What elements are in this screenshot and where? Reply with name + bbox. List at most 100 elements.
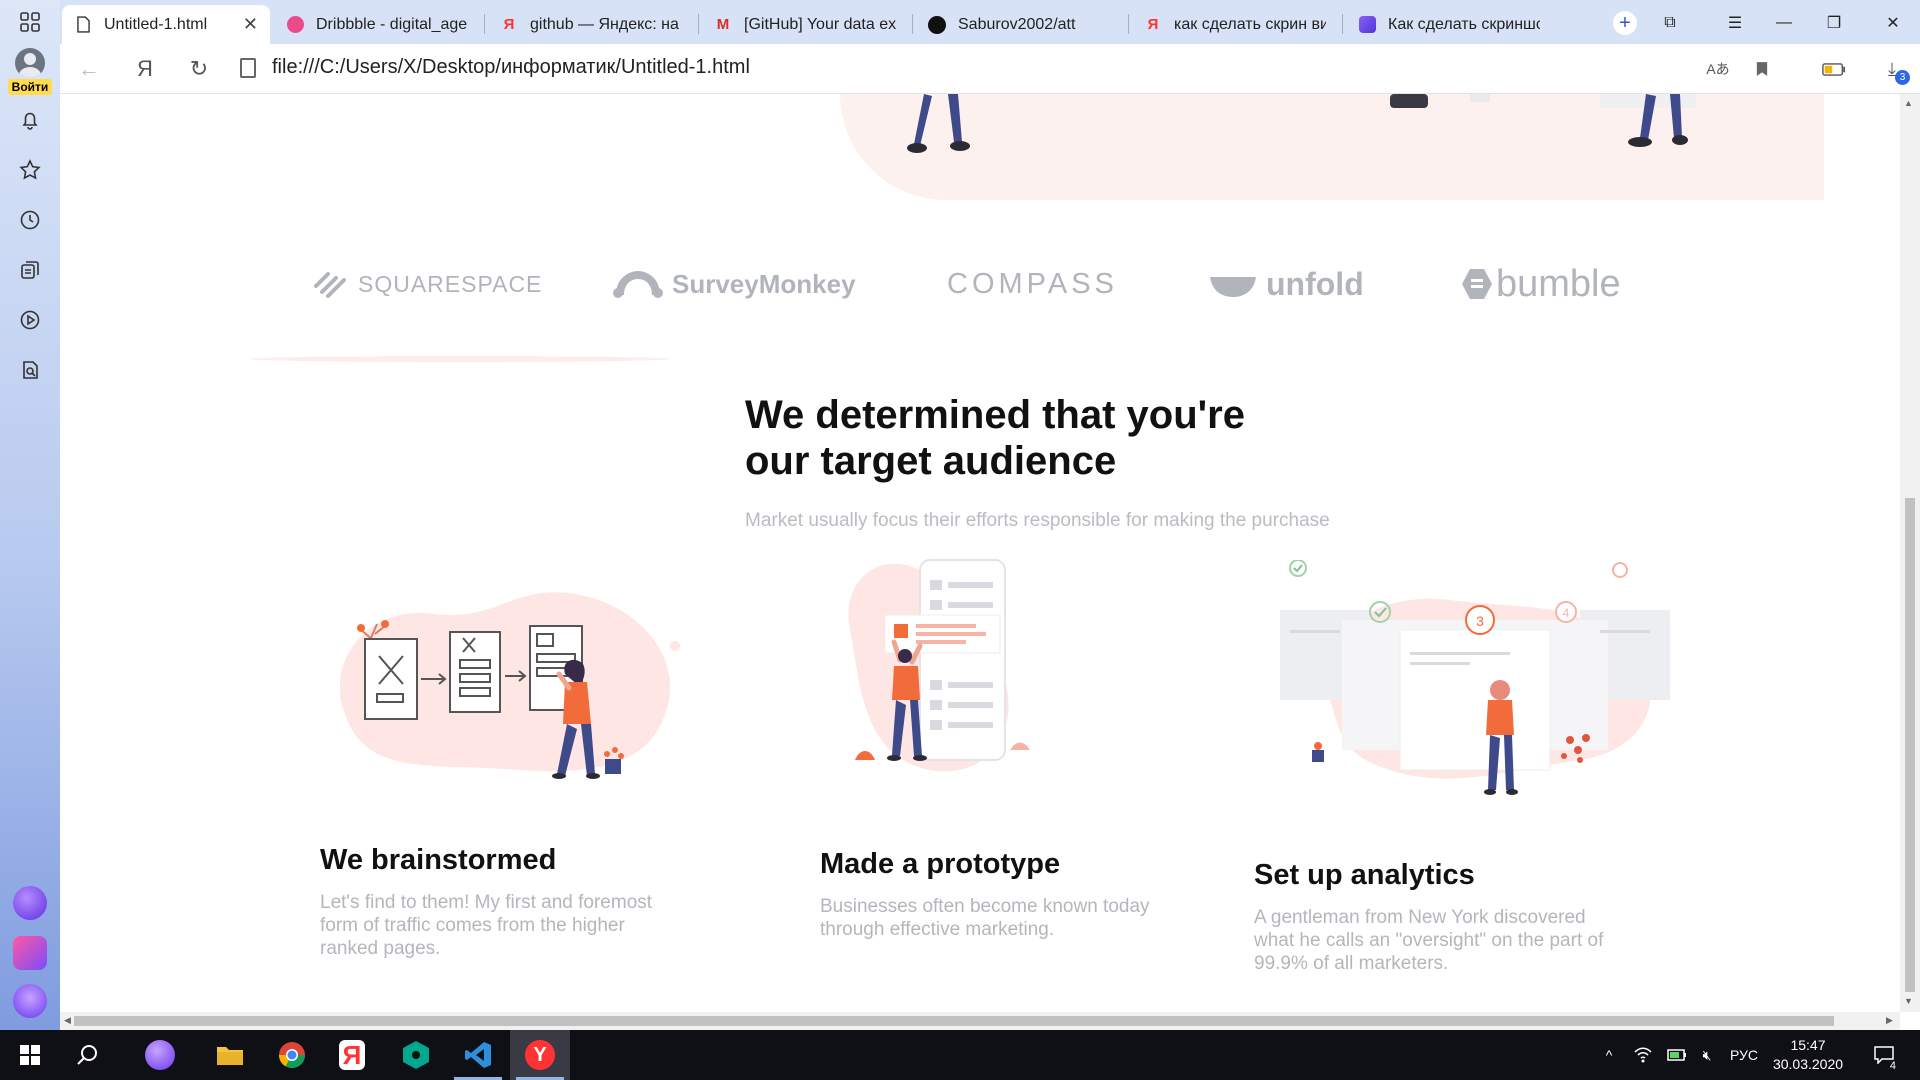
translate-icon[interactable]: Aあ [1706, 57, 1730, 81]
horizontal-scrollbar[interactable]: ◀ ▶ [60, 1012, 1900, 1030]
new-tab-button[interactable]: + [1613, 11, 1637, 35]
file-icon [74, 16, 92, 34]
card-text-line: ranked pages. [320, 938, 441, 959]
tabs-list-icon[interactable]: ⧉ [1659, 12, 1681, 34]
apps-grid-icon[interactable] [16, 8, 44, 36]
tab-title: Saburov2002/att [958, 15, 1076, 33]
page-viewport: SQUARESPACE SurveyMonkey COMPASS unfold … [60, 94, 1900, 1012]
scrollbar-thumb[interactable] [1905, 498, 1915, 992]
menu-icon[interactable]: ☰ [1724, 12, 1746, 34]
alice-assistant-icon[interactable] [13, 886, 47, 920]
page-search-icon[interactable] [16, 356, 44, 384]
yandex-browser-icon[interactable]: Я [322, 1030, 382, 1080]
clock-date: 30.03.2020 [1772, 1056, 1844, 1072]
section-subtitle: Market usually focus their efforts respo… [745, 510, 1330, 531]
section-title-line: our target audience [745, 439, 1117, 483]
file-explorer-icon[interactable] [200, 1030, 260, 1080]
card-text-line: Businesses often become known today [820, 896, 1150, 917]
language-indicator[interactable]: РУС [1722, 1030, 1766, 1080]
file-icon [240, 58, 256, 78]
kaspersky-icon[interactable] [386, 1030, 446, 1080]
logo-compass: COMPASS [947, 254, 1118, 314]
hero-person-illustration [907, 94, 970, 153]
logo-squarespace: SQUARESPACE [310, 254, 542, 314]
back-arrow-icon[interactable]: ← [76, 56, 102, 82]
close-icon[interactable]: ✕ [243, 14, 258, 35]
tab-separator [912, 14, 913, 34]
client-logos: SQUARESPACE SurveyMonkey COMPASS unfold … [60, 254, 1900, 314]
address-bar: ← Я ↻ file:///C:/Users/X/Desktop/информа… [60, 44, 1920, 94]
tab-github[interactable]: Saburov2002/att [916, 5, 1124, 44]
alice-taskbar-icon[interactable] [130, 1030, 190, 1080]
bookmark-icon[interactable] [1750, 57, 1774, 81]
scroll-right-arrow-icon[interactable]: ▶ [1886, 1015, 1893, 1026]
battery-saver-icon[interactable] [1822, 57, 1846, 81]
minimize-icon[interactable]: — [1773, 12, 1795, 34]
gmail-icon: M [716, 16, 730, 33]
video-play-icon[interactable] [16, 306, 44, 334]
tab-title: Как сделать скриншс [1388, 15, 1540, 33]
chrome-icon[interactable] [262, 1030, 322, 1080]
vscode-icon[interactable] [448, 1030, 508, 1080]
tab-yandex-screenshot[interactable]: Я как сделать скрин ви [1132, 5, 1338, 44]
battery-icon[interactable] [1664, 1030, 1690, 1080]
bell-icon[interactable] [16, 106, 44, 134]
scroll-up-arrow-icon[interactable]: ▲ [1904, 98, 1913, 108]
star-icon[interactable] [16, 156, 44, 184]
scrollbar-thumb[interactable] [74, 1016, 1834, 1026]
avatar [15, 48, 45, 78]
tab-separator [1342, 14, 1343, 34]
step-number: 4 [1563, 606, 1570, 620]
card-text-line: A gentleman from New York discovered [1254, 907, 1586, 928]
scroll-down-arrow-icon[interactable]: ▼ [1904, 996, 1913, 1006]
logo-surveymonkey: SurveyMonkey [612, 254, 856, 314]
search-icon[interactable] [58, 1030, 118, 1080]
windows-start-icon[interactable] [0, 1030, 60, 1080]
system-clock[interactable]: 15:47 30.03.2020 [1768, 1036, 1848, 1074]
yandex-icon: Я [1147, 16, 1159, 33]
card-text-line: Let's find to them! My first and foremos… [320, 892, 653, 913]
tab-title: как сделать скрин ви [1174, 15, 1326, 33]
tab-separator [1128, 14, 1129, 34]
yandex-browser-active-icon[interactable]: Y [510, 1030, 570, 1080]
collections-icon[interactable] [16, 256, 44, 284]
tab-dribbble[interactable]: Dribbble - digital_age [274, 5, 480, 44]
yandex-home-icon[interactable]: Я [132, 56, 158, 82]
card-text-line: 99.9% of all marketers. [1254, 953, 1449, 974]
notifications-icon[interactable]: 4 [1864, 1030, 1904, 1080]
window-close-icon[interactable]: ✕ [1882, 12, 1904, 34]
reload-icon[interactable]: ↻ [186, 56, 212, 82]
chevron-up-icon[interactable]: ^ [1596, 1030, 1622, 1080]
tab-untitled[interactable]: Untitled-1.html ✕ [62, 5, 270, 44]
card-title: Set up analytics [1254, 859, 1475, 891]
surveymonkey-logo-icon [613, 271, 663, 298]
volume-muted-icon[interactable]: 🔇︎ [1694, 1030, 1720, 1080]
logo-text: bumble [1496, 262, 1621, 305]
history-clock-icon[interactable] [16, 206, 44, 234]
url-input[interactable]: file:///C:/Users/X/Desktop/информатик/Un… [272, 56, 750, 79]
bumble-logo-icon [1462, 269, 1492, 299]
tab-separator [484, 14, 485, 34]
browser-sidebar: Войти [0, 0, 60, 1030]
wifi-icon[interactable] [1630, 1030, 1656, 1080]
tab-gmail[interactable]: M [GitHub] Your data ex [702, 5, 908, 44]
restore-icon[interactable]: ❐ [1823, 12, 1845, 34]
tab-screenshot-guide[interactable]: Как сделать скриншс [1346, 5, 1552, 44]
section-title-line: We determined that you're [745, 393, 1245, 437]
messenger-icon[interactable] [13, 936, 47, 970]
section-title: We determined that you're our target aud… [745, 392, 1345, 484]
tab-title: Untitled-1.html [104, 15, 208, 33]
card-text: Businesses often become known today thro… [820, 895, 1150, 941]
analytics-illustration: 3 4 [1280, 560, 1670, 795]
logo-text: SQUARESPACE [358, 270, 543, 297]
clock-time: 15:47 [1790, 1037, 1826, 1053]
login-button[interactable]: Войти [6, 48, 54, 96]
downloads-icon[interactable]: ⤓ 3 [1880, 57, 1910, 85]
brainstorm-illustration [339, 592, 680, 779]
vertical-scrollbar[interactable]: ▲ ▼ [1900, 94, 1920, 1012]
tab-yandex-github[interactable]: Я github — Яндекс: на [488, 5, 694, 44]
card-text-line: form of traffic comes from the higher [320, 915, 625, 936]
scroll-left-arrow-icon[interactable]: ◀ [64, 1015, 71, 1026]
tab-title: github — Яндекс: на [530, 15, 679, 33]
voice-assistant-icon[interactable] [13, 984, 47, 1018]
